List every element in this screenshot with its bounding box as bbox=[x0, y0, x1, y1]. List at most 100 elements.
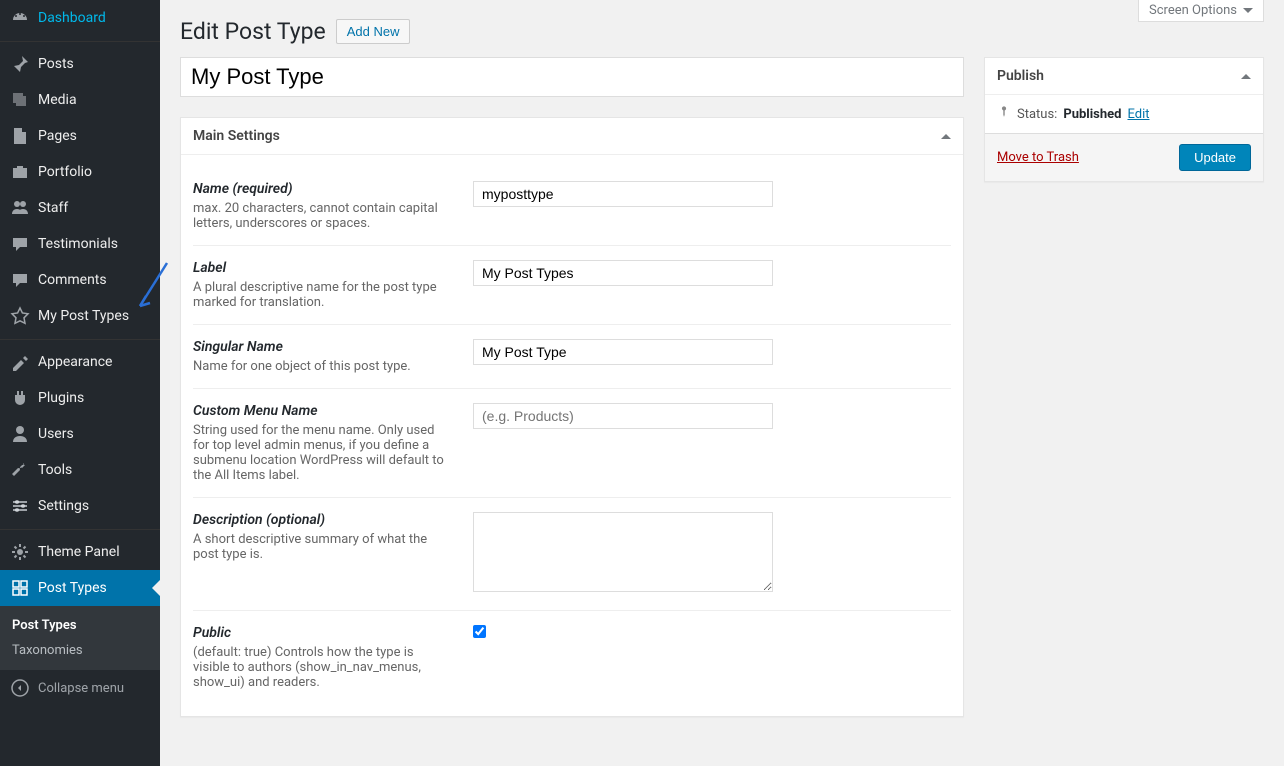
sidebar-item-portfolio[interactable]: Portfolio bbox=[0, 154, 160, 190]
name-input[interactable] bbox=[473, 181, 773, 207]
sidebar-item-plugins[interactable]: Plugins bbox=[0, 380, 160, 416]
sidebar-item-label: Staff bbox=[38, 200, 68, 216]
sidebar-item-theme-panel[interactable]: Theme Panel bbox=[0, 534, 160, 570]
field-label: Singular Name bbox=[193, 339, 453, 355]
field-desc: A short descriptive summary of what the … bbox=[193, 532, 453, 562]
field-name: Name (required) max. 20 characters, cann… bbox=[193, 167, 951, 246]
theme-panel-icon bbox=[10, 542, 30, 562]
appearance-icon bbox=[10, 352, 30, 372]
sidebar-item-post-types[interactable]: Post Types bbox=[0, 570, 160, 606]
sidebar-item-comments[interactable]: Comments bbox=[0, 262, 160, 298]
post-types-icon bbox=[10, 578, 30, 598]
sidebar-item-dashboard[interactable]: Dashboard bbox=[0, 0, 160, 36]
singular-name-input[interactable] bbox=[473, 339, 773, 365]
sidebar-item-label: My Post Types bbox=[38, 308, 129, 324]
sidebar-item-pages[interactable]: Pages bbox=[0, 118, 160, 154]
users-icon bbox=[10, 424, 30, 444]
sidebar-item-label: Tools bbox=[38, 462, 72, 478]
pin-icon bbox=[997, 105, 1011, 123]
sidebar-item-posts[interactable]: Posts bbox=[0, 46, 160, 82]
sidebar-item-label: Dashboard bbox=[38, 10, 106, 26]
admin-sidebar: Dashboard Posts Media Pages Portfolio St… bbox=[0, 0, 160, 766]
screen-options-label: Screen Options bbox=[1149, 3, 1237, 18]
sidebar-item-label: Media bbox=[38, 92, 77, 108]
sidebar-submenu: Post Types Taxonomies bbox=[0, 606, 160, 670]
sidebar-item-label: Testimonials bbox=[38, 236, 118, 252]
main-content: Screen Options Edit Post Type Add New Ma… bbox=[160, 0, 1284, 766]
portfolio-icon bbox=[10, 162, 30, 182]
field-label: Label A plural descriptive name for the … bbox=[193, 246, 951, 325]
sidebar-item-label: Pages bbox=[38, 128, 77, 144]
field-desc: A plural descriptive name for the post t… bbox=[193, 280, 453, 310]
main-settings-box: Main Settings Name (required) max. 20 ch… bbox=[180, 117, 964, 717]
collapse-label: Collapse menu bbox=[38, 681, 124, 696]
page-title: Edit Post Type bbox=[180, 18, 326, 45]
main-settings-header[interactable]: Main Settings bbox=[181, 118, 963, 155]
sidebar-item-label: Theme Panel bbox=[38, 544, 120, 560]
chevron-up-icon bbox=[1241, 74, 1251, 79]
publish-box: Publish Status: Published Edit Move to T… bbox=[984, 57, 1264, 182]
description-textarea[interactable] bbox=[473, 512, 773, 592]
sidebar-item-label: Appearance bbox=[38, 354, 112, 370]
sidebar-item-my-post-types[interactable]: My Post Types bbox=[0, 298, 160, 334]
testimonials-icon bbox=[10, 234, 30, 254]
field-public: Public (default: true) Controls how the … bbox=[193, 611, 951, 704]
publish-header[interactable]: Publish bbox=[985, 58, 1263, 95]
sidebar-item-label: Post Types bbox=[38, 580, 107, 596]
update-button[interactable]: Update bbox=[1179, 144, 1251, 171]
sidebar-sub-taxonomies[interactable]: Taxonomies bbox=[0, 638, 160, 663]
move-to-trash-link[interactable]: Move to Trash bbox=[997, 150, 1079, 165]
field-description: Description (optional) A short descripti… bbox=[193, 498, 951, 611]
settings-icon bbox=[10, 496, 30, 516]
chevron-up-icon bbox=[941, 134, 951, 139]
field-desc: String used for the menu name. Only used… bbox=[193, 423, 453, 483]
screen-options-tab[interactable]: Screen Options bbox=[1138, 0, 1264, 22]
pages-icon bbox=[10, 126, 30, 146]
sidebar-item-tools[interactable]: Tools bbox=[0, 452, 160, 488]
collapse-menu[interactable]: Collapse menu bbox=[0, 670, 160, 706]
field-label: Label bbox=[193, 260, 453, 276]
sidebar-item-staff[interactable]: Staff bbox=[0, 190, 160, 226]
sidebar-item-users[interactable]: Users bbox=[0, 416, 160, 452]
tools-icon bbox=[10, 460, 30, 480]
sidebar-item-settings[interactable]: Settings bbox=[0, 488, 160, 524]
field-label: Name (required) bbox=[193, 181, 453, 197]
add-new-button[interactable]: Add New bbox=[336, 19, 411, 44]
chevron-down-icon bbox=[1243, 8, 1253, 13]
title-input[interactable] bbox=[180, 57, 964, 97]
publish-title: Publish bbox=[997, 68, 1044, 84]
field-label: Custom Menu Name bbox=[193, 403, 453, 419]
field-custom-menu-name: Custom Menu Name String used for the men… bbox=[193, 389, 951, 498]
custom-menu-input[interactable] bbox=[473, 403, 773, 429]
main-settings-title: Main Settings bbox=[193, 128, 280, 144]
sidebar-item-label: Plugins bbox=[38, 390, 84, 406]
dashboard-icon bbox=[10, 8, 30, 28]
status-label: Status: bbox=[1017, 107, 1057, 122]
field-desc: (default: true) Controls how the type is… bbox=[193, 645, 453, 690]
sidebar-item-label: Posts bbox=[38, 56, 74, 72]
field-label: Public bbox=[193, 625, 453, 641]
page-header: Edit Post Type Add New bbox=[180, 0, 1264, 57]
edit-status-link[interactable]: Edit bbox=[1127, 107, 1149, 122]
label-input[interactable] bbox=[473, 260, 773, 286]
sidebar-item-label: Portfolio bbox=[38, 164, 92, 180]
field-desc: Name for one object of this post type. bbox=[193, 359, 453, 374]
sidebar-item-label: Settings bbox=[38, 498, 89, 514]
plugins-icon bbox=[10, 388, 30, 408]
sidebar-item-label: Users bbox=[38, 426, 74, 442]
public-checkbox[interactable] bbox=[473, 625, 486, 638]
sidebar-item-media[interactable]: Media bbox=[0, 82, 160, 118]
sidebar-item-testimonials[interactable]: Testimonials bbox=[0, 226, 160, 262]
status-value: Published bbox=[1063, 107, 1121, 122]
collapse-icon bbox=[10, 678, 30, 698]
comments-icon bbox=[10, 270, 30, 290]
field-singular-name: Singular Name Name for one object of thi… bbox=[193, 325, 951, 389]
sidebar-item-appearance[interactable]: Appearance bbox=[0, 344, 160, 380]
sidebar-item-label: Comments bbox=[38, 272, 107, 288]
media-icon bbox=[10, 90, 30, 110]
sidebar-sub-post-types[interactable]: Post Types bbox=[0, 613, 160, 638]
pin-icon bbox=[10, 54, 30, 74]
field-desc: max. 20 characters, cannot contain capit… bbox=[193, 201, 453, 231]
star-icon bbox=[10, 306, 30, 326]
field-label: Description (optional) bbox=[193, 512, 453, 528]
